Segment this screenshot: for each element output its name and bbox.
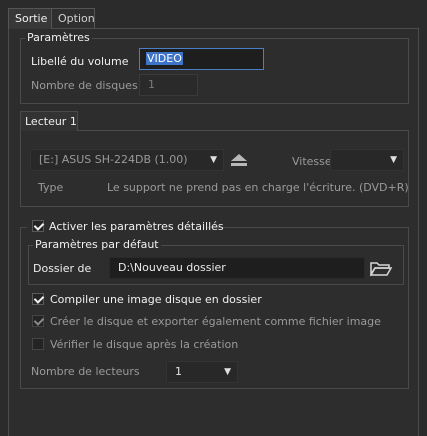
speed-label: Vitesse: [292, 155, 332, 168]
advanced-checkbox[interactable]: [32, 220, 44, 232]
tab-option[interactable]: Option: [51, 8, 95, 28]
export-checkbox[interactable]: [32, 315, 44, 327]
type-label: Type: [38, 181, 64, 194]
speed-select[interactable]: ▼: [330, 149, 404, 171]
compile-checkbox-row[interactable]: Compiler une image disque en dossier: [30, 292, 290, 308]
drives-count-select[interactable]: 1 ▼: [166, 361, 238, 383]
export-checkbox-row[interactable]: Créer le disque et exporter également co…: [30, 314, 381, 330]
tab-option-label: Option: [58, 12, 95, 25]
chevron-down-icon: ▼: [210, 155, 217, 165]
folder-open-icon[interactable]: [369, 259, 393, 277]
drives-count-label: Nombre de lecteurs: [31, 365, 140, 378]
eject-icon[interactable]: [229, 152, 249, 168]
volume-label-input[interactable]: VIDEO: [139, 48, 264, 70]
advanced-checkbox-row[interactable]: Activer les paramètres détaillés: [27, 219, 224, 235]
export-label: Créer le disque et exporter également co…: [50, 315, 381, 328]
folder-input[interactable]: D:\Nouveau dossier: [109, 257, 365, 279]
disc-count-label: Nombre de disques: [31, 79, 138, 92]
verify-checkbox-row[interactable]: Vérifier le disque après la création: [30, 337, 290, 353]
compile-label: Compiler une image disque en dossier: [50, 293, 262, 306]
tab-sortie-label: Sortie: [15, 12, 48, 25]
advanced-checkbox-label: Activer les paramètres détaillés: [49, 220, 224, 233]
type-value: Le support ne prend pas en charge l'écri…: [107, 181, 409, 194]
tab-sortie[interactable]: Sortie: [8, 8, 52, 29]
volume-label-label: Libellé du volume: [31, 55, 129, 68]
compile-checkbox[interactable]: [32, 293, 44, 305]
defaults-title: Paramètres par défaut: [33, 238, 161, 251]
verify-checkbox[interactable]: [32, 338, 44, 350]
chevron-down-icon: ▼: [224, 367, 231, 377]
disc-count-value: 1: [148, 78, 155, 91]
folder-label: Dossier de: [33, 262, 92, 275]
volume-label-value: VIDEO: [146, 52, 183, 65]
drive-tab[interactable]: Lecteur 1: [20, 111, 78, 131]
drive-select-value: [E:] ASUS SH-224DB (1.00): [39, 153, 188, 166]
drive-select[interactable]: [E:] ASUS SH-224DB (1.00) ▼: [30, 149, 224, 171]
disc-count-input[interactable]: 1: [139, 74, 198, 96]
verify-label: Vérifier le disque après la création: [50, 338, 239, 351]
drives-count-value: 1: [175, 365, 182, 378]
chevron-down-icon: ▼: [390, 155, 397, 165]
parametres-title: Paramètres: [25, 31, 92, 44]
folder-value: D:\Nouveau dossier: [118, 261, 226, 274]
drive-tab-label: Lecteur 1: [25, 115, 77, 128]
